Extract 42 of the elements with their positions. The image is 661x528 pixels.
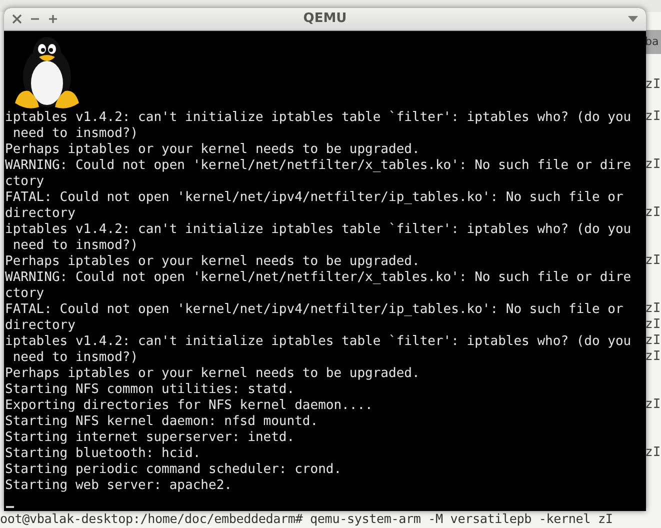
console-line: Perhaps iptables or your kernel needs to be upgraded.: [5, 254, 420, 270]
console-line: iptables v1.4.2: can't initialize iptables table `filter': iptables who? (do you: [5, 222, 632, 238]
console-line: iptables v1.4.2: can't initialize iptables table `filter': iptables who? (do you: [5, 110, 632, 126]
console-line: Perhaps iptables or your kernel needs to be upgraded.: [5, 366, 420, 382]
console-line: directory: [5, 206, 76, 222]
text-cursor-icon: [6, 506, 14, 508]
window-title: QEMU: [303, 10, 347, 28]
console-line: ctory: [5, 286, 44, 302]
terminal-prompt-line: oot@vbalak-desktop:/home/doc/embeddedarm# qemu-system-arm -M versatilepb -kernel zI: [0, 511, 613, 527]
console-line: WARNING: Could not open 'kernel/net/netfilter/x_tables.ko': No such file or dire: [5, 270, 632, 286]
console-line: Starting NFS common utilities: statd.: [5, 382, 295, 398]
terminal-text: zI: [645, 349, 661, 365]
console-line: WARNING: Could not open 'kernel/net/netfilter/x_tables.ko': No such file or dire: [5, 158, 632, 174]
maximize-icon[interactable]: [48, 14, 58, 24]
terminal-text: zI: [645, 205, 661, 221]
console-line: Starting internet superserver: inetd.: [5, 430, 295, 446]
terminal-text: zI: [645, 301, 661, 317]
console-line: Perhaps iptables or your kernel needs to be upgraded.: [5, 142, 420, 158]
console-line: FATAL: Could not open 'kernel/net/ipv4/netfilter/ip_tables.ko': No such file or: [5, 190, 624, 206]
terminal-text: zI: [645, 397, 661, 413]
terminal-text: zI: [645, 109, 661, 125]
console-line: directory: [5, 318, 76, 334]
console-line: need to insmod?): [12, 126, 138, 142]
terminal-tab[interactable]: ba: [645, 30, 661, 54]
console-line: Exporting directories for NFS kernel daemon....: [5, 398, 373, 414]
console-line: ctory: [5, 174, 44, 190]
console-line: Starting bluetooth: hcid.: [5, 446, 201, 462]
console-line: need to insmod?): [12, 238, 138, 254]
terminal-text: zI: [645, 317, 661, 333]
console-line: iptables v1.4.2: can't initialize iptables table `filter': iptables who? (do you: [5, 334, 632, 350]
console-line: Starting web server: apache2.: [5, 478, 232, 494]
console-line: need to insmod?): [12, 350, 138, 366]
close-icon[interactable]: [12, 14, 22, 24]
terminal-text: zI: [645, 77, 661, 93]
terminal-text: zI: [645, 253, 661, 269]
console-line: Starting periodic command scheduler: crond.: [5, 462, 342, 478]
console-line: Starting NFS kernel daemon: nfsd mountd.: [5, 414, 318, 430]
terminal-text: zI: [645, 157, 661, 173]
console-line: FATAL: Could not open 'kernel/net/ipv4/netfilter/ip_tables.ko': No such file or: [5, 302, 624, 318]
terminal-text: zI: [645, 333, 661, 349]
terminal-text: zI: [645, 445, 661, 461]
dropdown-arrow-icon[interactable]: [628, 16, 638, 22]
